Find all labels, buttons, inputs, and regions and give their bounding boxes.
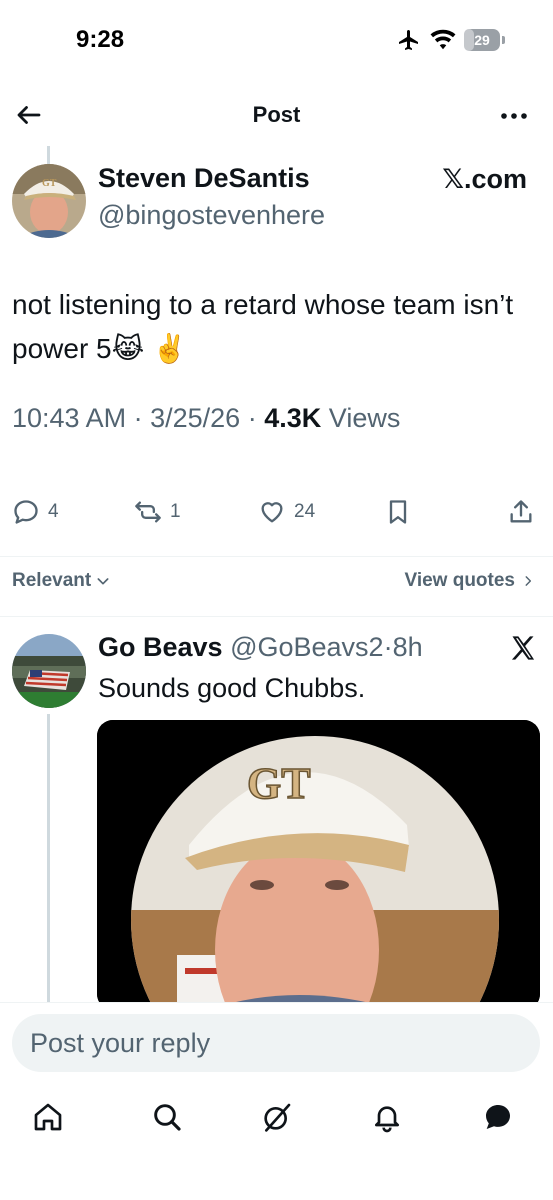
tab-notifications[interactable] — [367, 1095, 407, 1139]
share-icon — [510, 500, 532, 523]
source-label: 𝕏.com — [442, 164, 527, 194]
chevron-down-icon — [97, 578, 109, 585]
post-text: not listening to a retard whose team isn… — [12, 289, 514, 364]
reply-header: Go Beavs @GoBeavs2·8h — [98, 632, 423, 663]
status-bar: 9:28 29 — [0, 0, 553, 80]
reply-text: Sounds good Chubbs. — [98, 673, 366, 703]
top-nav: Post — [0, 88, 553, 144]
share-button[interactable] — [507, 498, 535, 526]
bookmark-icon — [389, 500, 407, 524]
chevron-right-icon — [525, 576, 532, 586]
tab-grok[interactable] — [257, 1095, 297, 1139]
divider — [0, 616, 553, 617]
author-handle[interactable]: @bingostevenhere — [98, 200, 325, 231]
divider — [0, 556, 553, 557]
battery-level: 29 — [474, 32, 490, 48]
home-icon — [34, 1103, 62, 1131]
bottom-tab-bar — [0, 1095, 553, 1145]
like-button[interactable]: 24 — [258, 498, 315, 526]
view-quotes-label: View quotes — [404, 570, 515, 591]
post-date: 3/25/26 — [150, 403, 241, 433]
reply-author-handle[interactable]: @GoBeavs2 — [230, 632, 383, 662]
author-avatar[interactable]: GT — [12, 164, 86, 238]
reply-separator: · — [383, 632, 393, 662]
status-icons: 29 — [396, 28, 505, 52]
status-time: 9:28 — [76, 26, 125, 53]
battery-fill — [464, 29, 475, 51]
views-count[interactable]: 4.3K — [264, 403, 321, 433]
view-quotes-link[interactable]: View quotes — [404, 570, 535, 592]
meta-separator: · — [247, 403, 257, 433]
tab-messages[interactable] — [478, 1095, 518, 1139]
svg-text:GT: GT — [247, 759, 311, 808]
post-meta: 10:43 AM · 3/25/26 · 4.3K Views — [12, 403, 400, 434]
sort-dropdown[interactable]: Relevant — [12, 570, 111, 592]
sort-label: Relevant — [12, 570, 92, 591]
repost-icon — [135, 501, 161, 523]
page-title: Post — [252, 102, 301, 127]
grok-icon — [264, 1103, 291, 1132]
reply-button[interactable]: 4 — [12, 498, 59, 526]
airplane-mode-icon — [399, 30, 418, 50]
meta-separator: · — [133, 403, 143, 433]
svg-text:GT: GT — [42, 178, 57, 189]
author-name[interactable]: Steven DeSantis — [98, 163, 310, 194]
reply-sort-row: Relevant View quotes — [0, 570, 553, 600]
more-options-icon[interactable] — [499, 106, 529, 126]
messages-icon — [486, 1105, 510, 1129]
reply-author-name[interactable]: Go Beavs — [98, 632, 223, 662]
tab-search[interactable] — [147, 1095, 187, 1139]
reply-media-image[interactable]: GT — [97, 720, 540, 1010]
reply-time: 8h — [392, 632, 423, 662]
views-label: Views — [328, 403, 401, 433]
bookmark-button[interactable] — [384, 498, 412, 526]
reply-input[interactable] — [12, 1014, 540, 1072]
reply-avatar[interactable] — [12, 634, 86, 708]
battery-tip — [502, 36, 505, 44]
reply-icon — [14, 500, 38, 524]
action-bar: 4 1 24 — [0, 498, 553, 534]
wifi-icon — [430, 29, 456, 50]
heart-icon — [261, 502, 283, 523]
repost-count: 1 — [170, 501, 181, 522]
repost-button[interactable]: 1 — [134, 498, 181, 526]
post-time: 10:43 AM — [12, 403, 127, 433]
thread-line — [47, 714, 50, 1004]
reply-count: 4 — [48, 501, 59, 522]
search-icon — [154, 1104, 181, 1131]
like-count: 24 — [294, 501, 316, 522]
notifications-icon — [375, 1106, 399, 1133]
tab-home[interactable] — [28, 1095, 68, 1139]
x-logo-icon — [511, 636, 535, 660]
battery-icon: 29 — [464, 29, 500, 51]
